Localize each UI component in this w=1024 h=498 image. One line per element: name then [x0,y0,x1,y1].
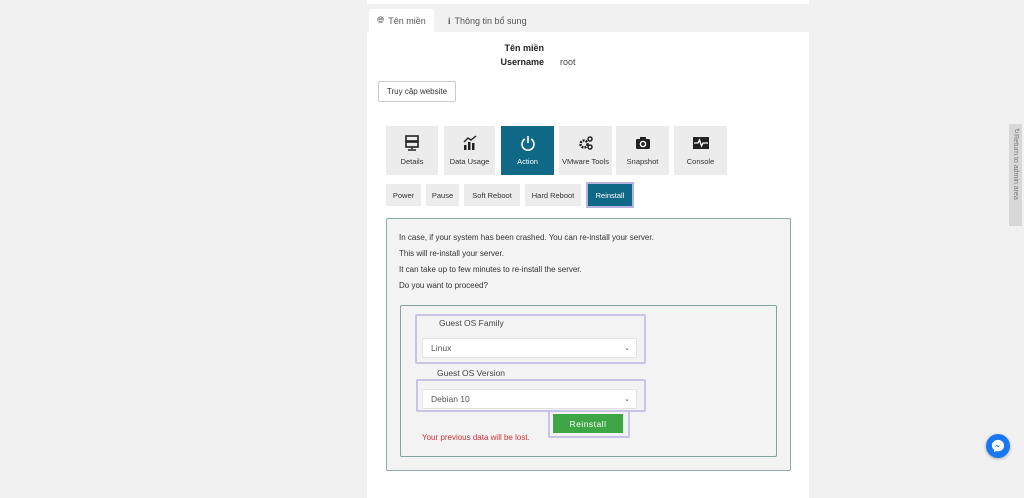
soft-reboot-button[interactable]: Soft Reboot [464,184,520,206]
tile-snapshot[interactable]: Snapshot [616,126,669,175]
power-icon [520,136,535,151]
message-line: It can take up to few minutes to re-inst… [399,265,582,274]
username-value: root [560,57,576,67]
domain-label: Tên miền [504,43,544,53]
message-line: In case, if your system has been crashed… [399,233,654,242]
return-to-admin-tab[interactable]: ↻ Return to admin area [1009,124,1022,226]
top-strip [367,0,809,4]
os-version-label: Guest OS Version [437,368,506,378]
pulse-icon [692,137,709,149]
visit-website-button[interactable]: Truy cập website [378,81,456,102]
tile-action[interactable]: Action [501,126,554,175]
os-family-select[interactable]: Linux ⌄ [422,338,637,358]
chart-icon [463,135,476,150]
username-label: Username [500,57,544,67]
globe-icon: 🌐︎ [377,15,385,25]
os-version-select[interactable]: Debian 10 ⌄ [422,389,637,409]
tile-details[interactable]: Details [386,126,438,175]
tile-data-usage[interactable]: Data Usage [444,126,495,175]
camera-icon [635,137,650,149]
messenger-button[interactable] [986,434,1010,458]
message-line: This will re-install your server. [399,249,504,258]
chevron-down-icon: ⌄ [624,345,630,352]
chevron-down-icon: ⌄ [624,396,630,403]
reinstall-submit-button[interactable]: Reinstall [553,414,623,433]
tab-additional-info[interactable]: i Thông tin bổ sung [440,9,535,32]
tile-vmware-tools[interactable]: VMware Tools [559,126,612,175]
power-button[interactable]: Power [386,184,421,206]
info-icon: i [448,15,451,26]
data-loss-warning: Your previous data will be lost. [422,433,530,442]
os-family-label: Guest OS Family [439,318,504,328]
reinstall-tab-button[interactable]: Reinstall [586,182,634,208]
hard-reboot-button[interactable]: Hard Reboot [525,184,581,206]
tile-console[interactable]: Console [674,126,727,175]
pause-button[interactable]: Pause [426,184,459,206]
server-icon [405,135,419,151]
message-line: Do you want to proceed? [399,281,488,290]
messenger-icon [991,439,1005,453]
gears-icon [578,136,593,150]
tab-domain[interactable]: 🌐︎ Tên miền [369,9,434,32]
